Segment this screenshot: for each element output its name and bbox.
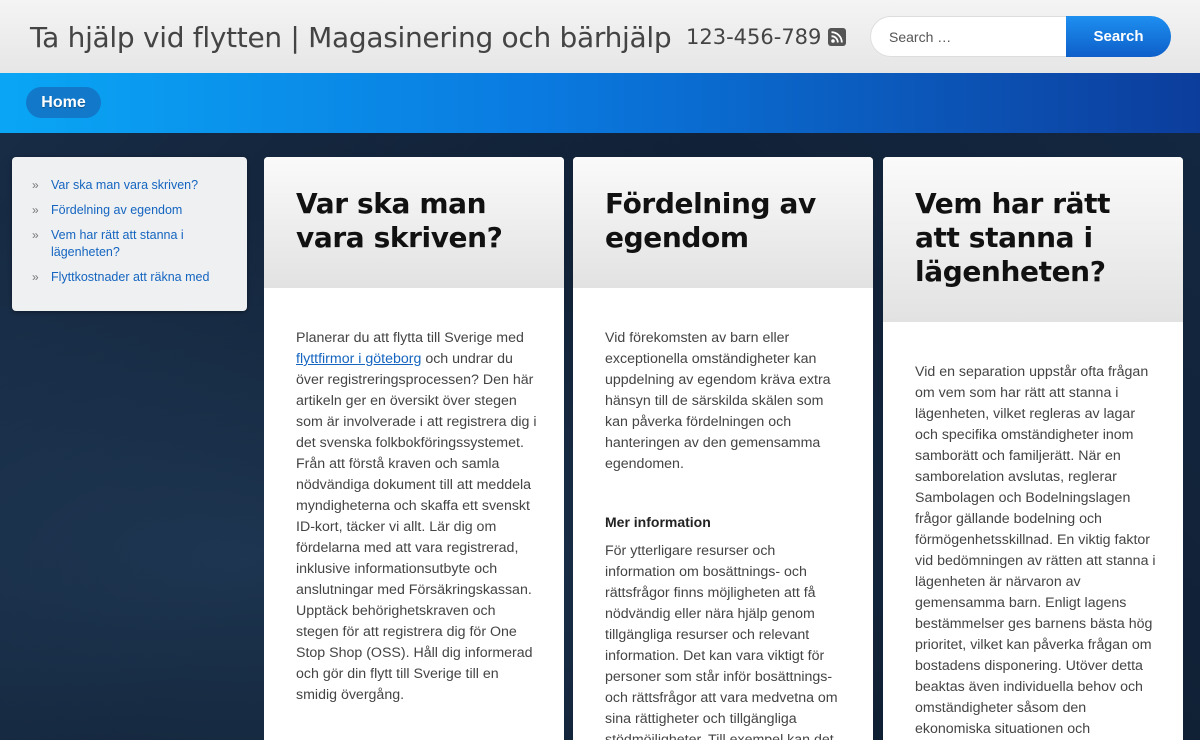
sidebar-item-label: Fördelning av egendom <box>51 203 183 217</box>
sidebar-menu: » Var ska man vara skriven? » Fördelning… <box>12 157 247 311</box>
chevron-right-icon: » <box>32 228 39 242</box>
sidebar-item-label: Vem har rätt att stanna i lägenheten? <box>51 228 184 259</box>
card-text: För ytterligare resurser och information… <box>605 543 838 740</box>
sidebar-item-fordelning-av-egendom[interactable]: » Fördelning av egendom <box>32 202 247 219</box>
main-nav: Home <box>0 73 1200 133</box>
rss-icon[interactable] <box>828 28 846 46</box>
article-card: Fördelning av egendom Vid förekomsten av… <box>573 157 873 740</box>
card-title[interactable]: Var ska man vara skriven? <box>296 187 544 255</box>
card-title[interactable]: Fördelning av egendom <box>605 187 853 255</box>
card-title[interactable]: Vem har rätt att stanna i lägenheten? <box>915 187 1163 289</box>
card-header: Var ska man vara skriven? <box>264 157 564 288</box>
sidebar-item-label: Flyttkostnader att räkna med <box>51 270 210 284</box>
phone-number: 123-456-789 <box>686 25 822 49</box>
chevron-right-icon: » <box>32 178 39 192</box>
sidebar-item-flyttkostnader[interactable]: » Flyttkostnader att räkna med <box>32 269 247 286</box>
search-input[interactable] <box>870 16 1066 57</box>
nav-item-home[interactable]: Home <box>26 87 101 118</box>
chevron-right-icon: » <box>32 203 39 217</box>
sidebar-item-label: Var ska man vara skriven? <box>51 178 199 192</box>
card-header: Vem har rätt att stanna i lägenheten? <box>883 157 1183 322</box>
card-text: Planerar du att flytta till Sverige med … <box>296 328 538 706</box>
article-card: Var ska man vara skriven? Planerar du at… <box>264 157 564 740</box>
card-text-part: Planerar du att flytta till Sverige med <box>296 330 524 346</box>
card-text: Vid förekomsten av barn eller exceptione… <box>605 330 831 472</box>
card-text-part: och undrar du över registreringsprocesse… <box>296 351 537 703</box>
card-body: Vid en separation uppstår ofta frågan om… <box>883 322 1183 740</box>
card-subheading: Mer information <box>605 514 711 530</box>
site-header: Ta hjälp vid flytten | Magasinering och … <box>0 0 1200 73</box>
card-header: Fördelning av egendom <box>573 157 873 288</box>
chevron-right-icon: » <box>32 270 39 284</box>
flyttfirmor-link[interactable]: flyttfirmor i göteborg <box>296 351 421 367</box>
card-body: Planerar du att flytta till Sverige med … <box>264 288 564 706</box>
search-button[interactable]: Search <box>1066 16 1171 57</box>
card-text: Vid en separation uppstår ofta frågan om… <box>915 364 1156 737</box>
search-form: Search <box>870 16 1171 57</box>
site-title[interactable]: Ta hjälp vid flytten | Magasinering och … <box>30 21 672 54</box>
sidebar-item-vem-har-ratt-att-stanna[interactable]: » Vem har rätt att stanna i lägenheten? <box>32 227 247 261</box>
card-body: Vid förekomsten av barn eller exceptione… <box>573 288 873 740</box>
sidebar-item-var-ska-man-vara-skriven[interactable]: » Var ska man vara skriven? <box>32 177 247 194</box>
article-card: Vem har rätt att stanna i lägenheten? Vi… <box>883 157 1183 740</box>
